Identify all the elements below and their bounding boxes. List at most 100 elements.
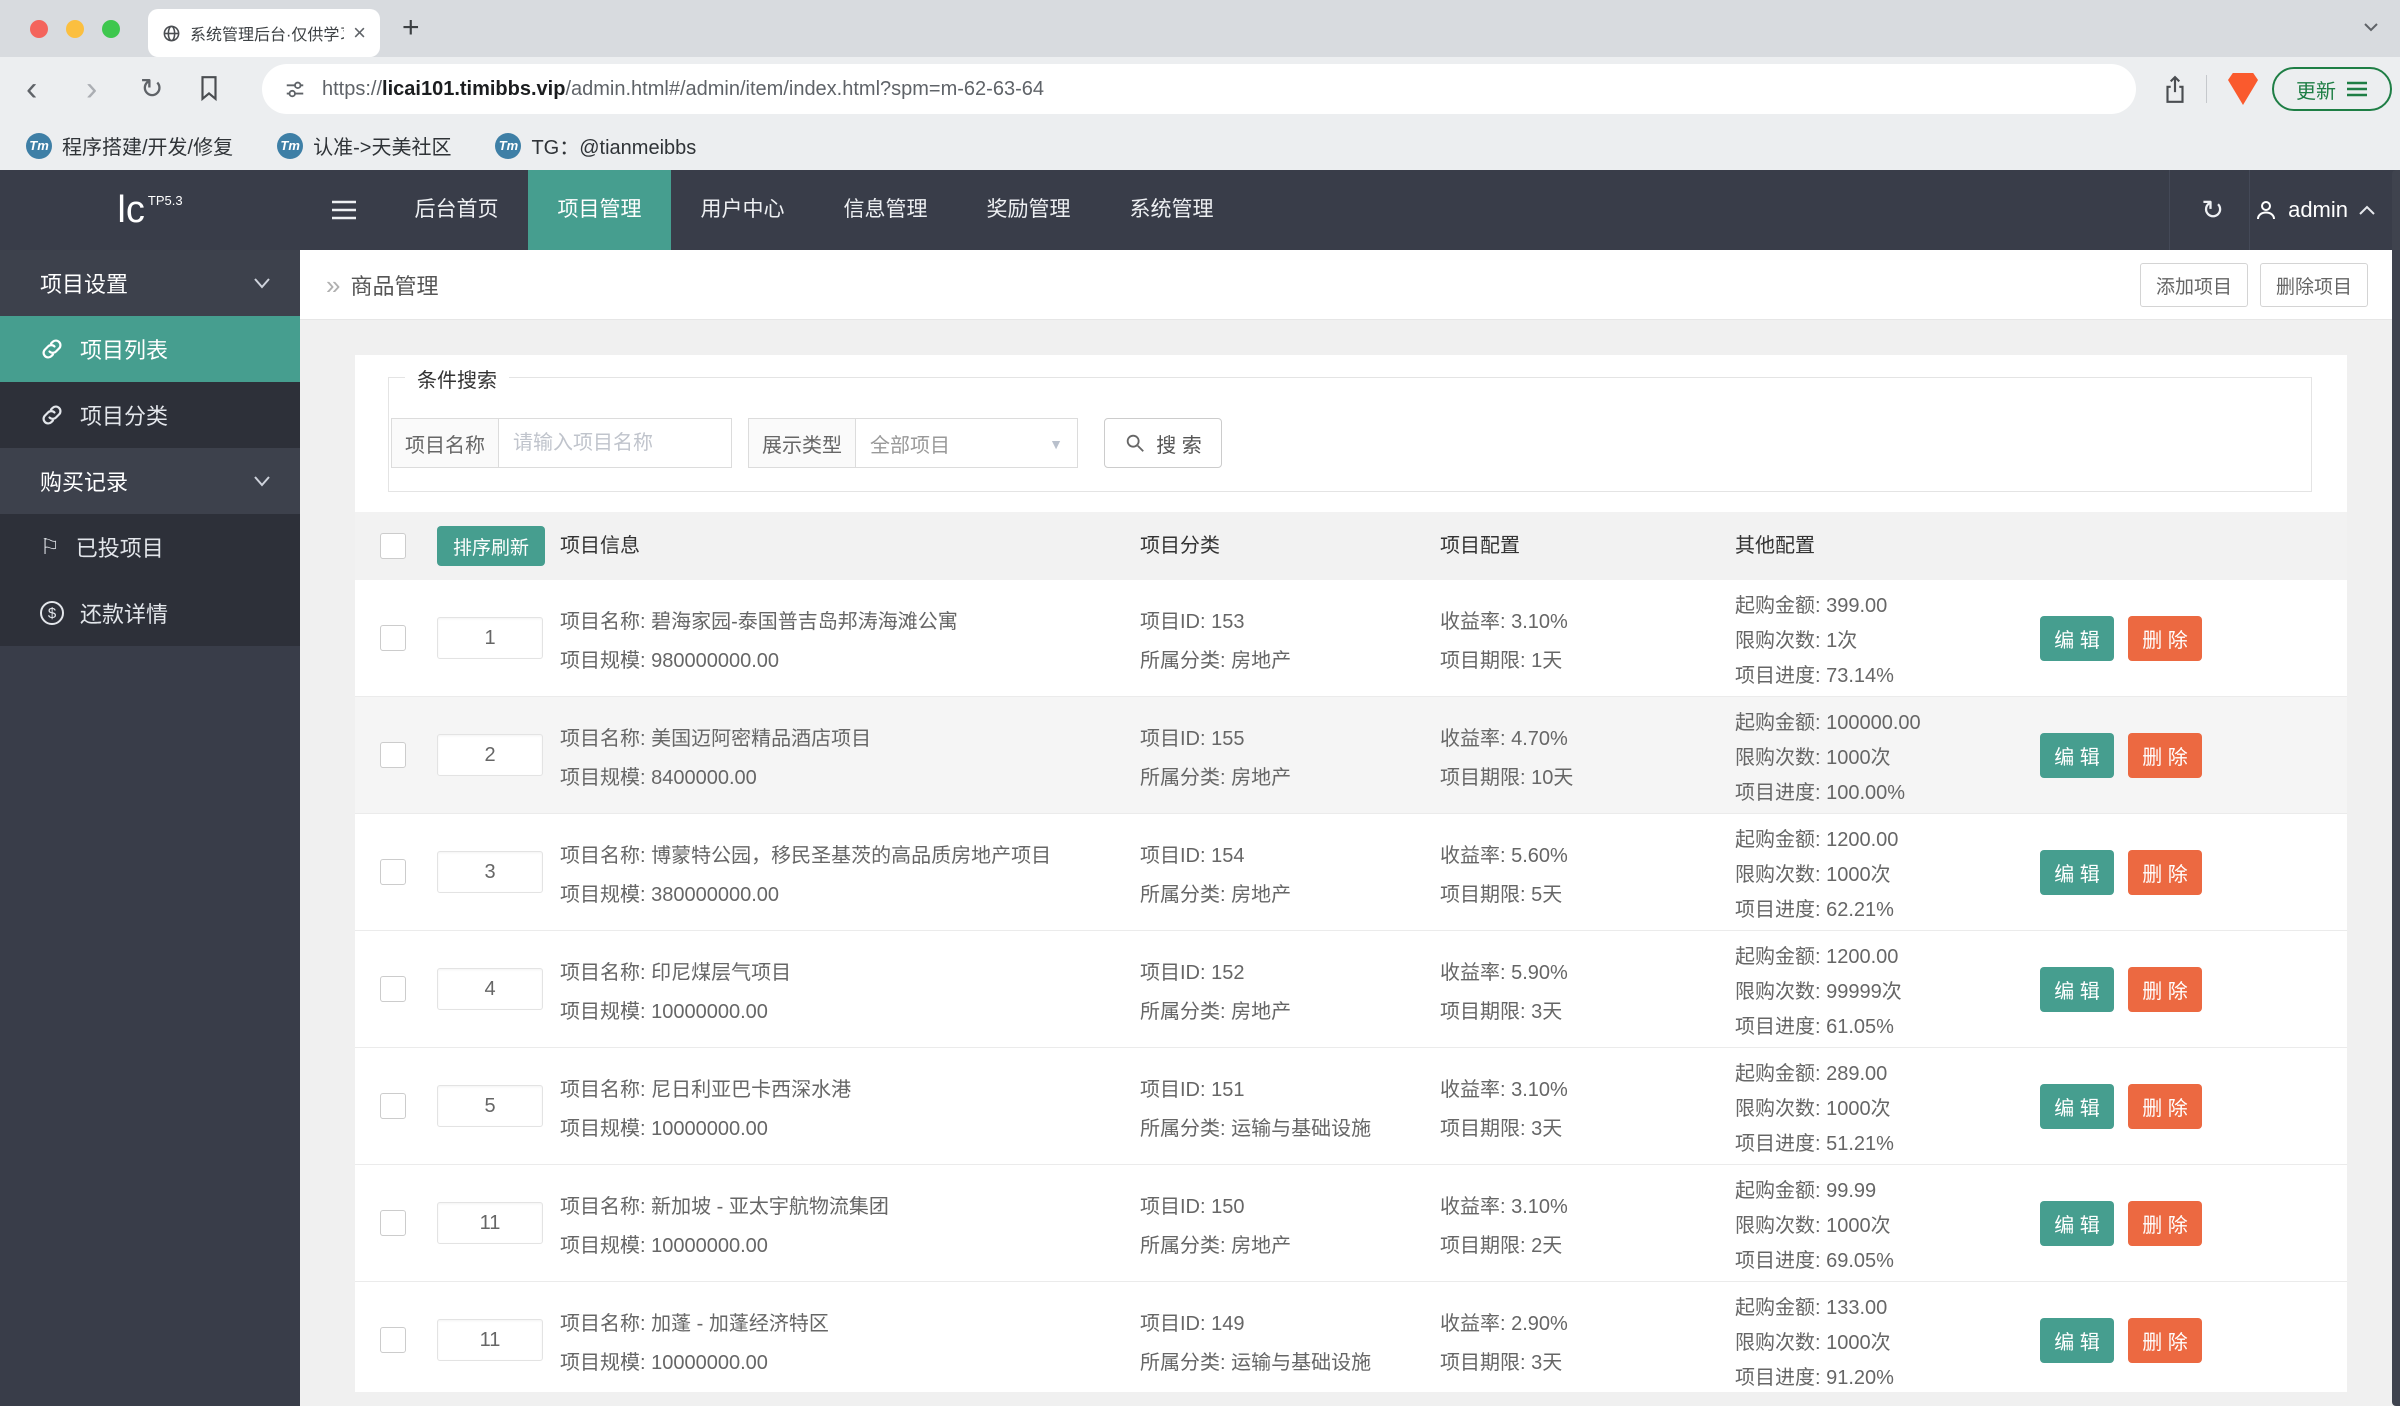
project-config-cell: 收益率: 3.10% 项目期限: 2天 xyxy=(1440,1165,1568,1282)
display-type-select[interactable]: 全部项目 ▼ xyxy=(856,418,1078,468)
sort-order-input[interactable]: 1 xyxy=(437,617,543,659)
project-id: 项目ID: 152 xyxy=(1140,961,1245,984)
new-tab-button[interactable]: + xyxy=(402,11,420,45)
bookmark-item[interactable]: Tm 程序搭建/开发/修复 xyxy=(26,131,233,160)
project-other-cell: 起购金额: 289.00 限购次数: 1000次 项目进度: 51.21% xyxy=(1735,1048,1894,1165)
brave-shield-icon[interactable] xyxy=(2228,73,2258,105)
window-scrollbar[interactable] xyxy=(2392,170,2400,1406)
project-config-cell: 收益率: 5.90% 项目期限: 3天 xyxy=(1440,931,1568,1048)
delete-button[interactable]: 删 除 xyxy=(2128,616,2202,661)
nav-item[interactable]: 信息管理 xyxy=(814,170,957,250)
delete-project-button[interactable]: 删除项目 xyxy=(2260,263,2368,307)
project-duration: 项目期限: 3天 xyxy=(1440,1351,1563,1374)
delete-button[interactable]: 删 除 xyxy=(2128,1201,2202,1246)
sidebar-group-购买记录[interactable]: 购买记录 xyxy=(0,448,300,514)
project-name: 项目名称: 尼日利亚巴卡西深水港 xyxy=(560,1078,852,1101)
nav-item[interactable]: 用户中心 xyxy=(671,170,814,250)
delete-button[interactable]: 删 除 xyxy=(2128,1318,2202,1363)
bookmark-icon[interactable] xyxy=(196,73,222,103)
edit-button[interactable]: 编 辑 xyxy=(2040,967,2114,1012)
project-info-cell: 项目名称: 碧海家园-泰国普吉岛邦涛海滩公寓 项目规模: 980000000.0… xyxy=(560,580,958,697)
delete-button[interactable]: 删 除 xyxy=(2128,733,2202,778)
search-button[interactable]: 搜 索 xyxy=(1104,418,1222,468)
row-checkbox[interactable] xyxy=(380,859,406,885)
tab-search-chevron-icon[interactable] xyxy=(2362,20,2380,34)
sort-order-input[interactable]: 11 xyxy=(437,1319,543,1361)
dollar-icon: $ xyxy=(40,601,64,625)
select-all-checkbox[interactable] xyxy=(380,533,406,559)
delete-button[interactable]: 删 除 xyxy=(2128,1084,2202,1129)
fullscreen-window-button[interactable] xyxy=(102,20,120,38)
sidebar-item-还款详情[interactable]: $ 还款详情 xyxy=(0,580,300,646)
tab-title: 系统管理后台·仅供学习研究， xyxy=(190,27,344,44)
back-icon[interactable]: ‹ xyxy=(26,72,37,106)
project-min-amount: 起购金额: 133.00 xyxy=(1735,1297,1888,1319)
user-menu[interactable]: admin xyxy=(2254,170,2376,250)
row-checkbox[interactable] xyxy=(380,625,406,651)
close-window-button[interactable] xyxy=(30,20,48,38)
edit-button[interactable]: 编 辑 xyxy=(2040,616,2114,661)
project-list-card: 条件搜索 项目名称 展示类型 全部项目 ▼ 搜 索 排序刷新 项目信息 项目分类… xyxy=(355,355,2347,1392)
sidebar-item-项目列表[interactable]: 项目列表 xyxy=(0,316,300,382)
sidebar-item-已投项目[interactable]: ⚐ 已投项目 xyxy=(0,514,300,580)
project-duration: 项目期限: 3天 xyxy=(1440,1117,1563,1140)
app-navbar: lc TP5.3 后台首页 项目管理 用户中心 信息管理 奖励管理 系统管理 ↻ admin xyxy=(0,170,2400,250)
sidebar-group-项目设置[interactable]: 项目设置 xyxy=(0,250,300,316)
tab-close-icon[interactable]: × xyxy=(353,22,366,44)
edit-button[interactable]: 编 辑 xyxy=(2040,733,2114,778)
sort-order-input[interactable]: 2 xyxy=(437,734,543,776)
sort-refresh-button[interactable]: 排序刷新 xyxy=(437,526,545,566)
browser-update-button[interactable]: 更新 xyxy=(2272,67,2392,111)
row-checkbox[interactable] xyxy=(380,1093,406,1119)
edit-button[interactable]: 编 辑 xyxy=(2040,1318,2114,1363)
project-rate: 收益率: 3.10% xyxy=(1440,1195,1568,1218)
forward-icon[interactable]: › xyxy=(86,72,97,106)
sort-order-input[interactable]: 11 xyxy=(437,1202,543,1244)
delete-button[interactable]: 删 除 xyxy=(2128,967,2202,1012)
add-project-button[interactable]: 添加项目 xyxy=(2140,263,2248,307)
nav-item[interactable]: 系统管理 xyxy=(1100,170,1243,250)
project-config-cell: 收益率: 3.10% 项目期限: 1天 xyxy=(1440,580,1568,697)
row-checkbox[interactable] xyxy=(380,1210,406,1236)
globe-favicon-icon xyxy=(163,25,180,41)
sidebar-group-label: 项目设置 xyxy=(40,272,129,297)
edit-button[interactable]: 编 辑 xyxy=(2040,1201,2114,1246)
row-checkbox[interactable] xyxy=(380,742,406,768)
browser-menu-icon[interactable] xyxy=(2346,80,2368,98)
search-legend: 条件搜索 xyxy=(405,364,509,393)
share-icon[interactable] xyxy=(2162,75,2188,105)
nav-item[interactable]: 后台首页 xyxy=(385,170,528,250)
project-name-input[interactable] xyxy=(499,418,732,468)
nav-item[interactable]: 奖励管理 xyxy=(957,170,1100,250)
tune-icon[interactable] xyxy=(284,78,306,100)
row-checkbox[interactable] xyxy=(380,1327,406,1353)
delete-button[interactable]: 删 除 xyxy=(2128,850,2202,895)
project-config-cell: 收益率: 3.10% 项目期限: 3天 xyxy=(1440,1048,1568,1165)
sidebar-toggle-icon[interactable] xyxy=(330,198,358,222)
project-name: 项目名称: 博蒙特公园，移民圣基茨的高品质房地产项目 xyxy=(560,844,1052,867)
minimize-window-button[interactable] xyxy=(66,20,84,38)
edit-button[interactable]: 编 辑 xyxy=(2040,1084,2114,1129)
project-table-body: 1 项目名称: 碧海家园-泰国普吉岛邦涛海滩公寓 项目规模: 980000000… xyxy=(355,580,2347,1392)
reload-icon[interactable]: ↻ xyxy=(140,75,163,103)
project-progress: 项目进度: 91.20% xyxy=(1735,1367,1894,1389)
sort-order-input[interactable]: 5 xyxy=(437,1085,543,1127)
address-bar[interactable]: https://licai101.timibbs.vip/admin.html#… xyxy=(262,64,2136,114)
project-category-cell: 项目ID: 150 所属分类: 房地产 xyxy=(1140,1165,1291,1282)
sort-order-input[interactable]: 3 xyxy=(437,851,543,893)
edit-button[interactable]: 编 辑 xyxy=(2040,850,2114,895)
project-other-cell: 起购金额: 133.00 限购次数: 1000次 项目进度: 91.20% xyxy=(1735,1282,1894,1392)
sort-order-input[interactable]: 4 xyxy=(437,968,543,1010)
project-id: 项目ID: 154 xyxy=(1140,844,1245,867)
page-refresh-icon[interactable]: ↻ xyxy=(2201,197,2224,224)
chevron-down-icon: ▼ xyxy=(1049,436,1063,452)
sidebar-item-项目分类[interactable]: 项目分类 xyxy=(0,382,300,448)
project-category: 所属分类: 房地产 xyxy=(1140,883,1292,906)
row-checkbox[interactable] xyxy=(380,976,406,1002)
search-icon xyxy=(1126,434,1145,452)
project-id: 项目ID: 150 xyxy=(1140,1195,1245,1218)
bookmark-item[interactable]: Tm TG：@tianmeibbs xyxy=(495,131,696,160)
bookmark-item[interactable]: Tm 认准->天美社区 xyxy=(277,131,451,160)
browser-tab[interactable]: 系统管理后台·仅供学习研究， × xyxy=(148,9,380,57)
nav-item[interactable]: 项目管理 xyxy=(528,170,671,250)
